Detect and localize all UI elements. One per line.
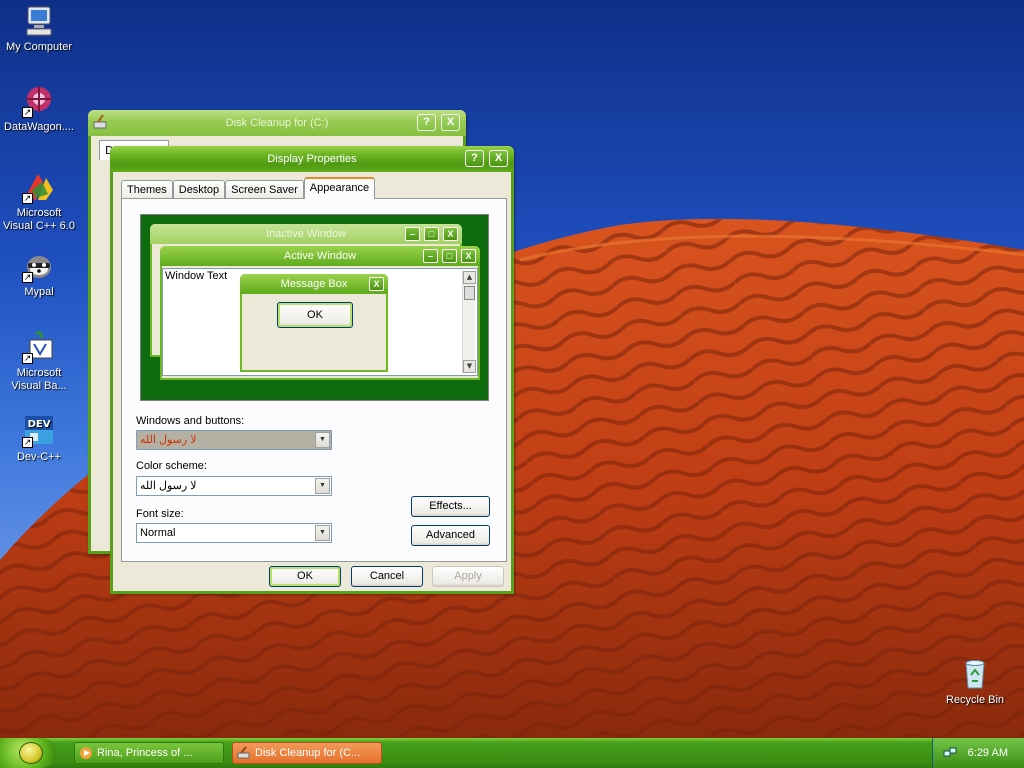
taskbar-button-label: Disk Cleanup for (C...	[255, 747, 361, 759]
clock[interactable]: 6:29 AM	[968, 738, 1008, 768]
shortcut-arrow-icon: ↗	[22, 193, 33, 204]
start-orb-icon	[19, 742, 43, 764]
help-button[interactable]: ?	[465, 150, 484, 167]
visual-cpp-icon: ↗	[22, 170, 56, 204]
desktop-icon-dev-cpp[interactable]: DEV ↗ Dev-C++	[1, 414, 77, 464]
tab-themes[interactable]: Themes	[121, 180, 173, 199]
desktop-icon-label: DataWagon....	[4, 121, 74, 133]
maximize-icon: □	[442, 249, 457, 263]
display-properties-titlebar[interactable]: Display Properties ? X	[110, 146, 514, 172]
chevron-down-icon[interactable]: ▼	[315, 478, 330, 494]
desktop-icon-label: Dev-C++	[16, 451, 62, 463]
close-button[interactable]: X	[441, 114, 460, 131]
help-button[interactable]: ?	[417, 114, 436, 131]
shortcut-arrow-icon: ↗	[22, 272, 33, 283]
tab-appearance[interactable]: Appearance	[303, 177, 376, 199]
color-scheme-select[interactable]: لا رسول الله ▼	[136, 476, 332, 496]
desktop-icon-label: Recycle Bin	[945, 694, 1005, 706]
cancel-button[interactable]: Cancel	[351, 566, 423, 587]
dev-icon-text: DEV	[28, 419, 51, 430]
tab-strip: Themes Desktop Screen Saver Appearance	[121, 177, 376, 199]
preview-active-title: Active Window	[283, 250, 357, 262]
desktop-icon-visual-basic[interactable]: ↗ Microsoft Visual Ba...	[1, 330, 77, 393]
shortcut-arrow-icon: ↗	[22, 353, 33, 364]
windows-buttons-label: Windows and buttons:	[136, 415, 245, 427]
taskbar-button-media[interactable]: Rina, Princess of ...	[74, 742, 224, 764]
close-button[interactable]: X	[489, 150, 508, 167]
scroll-thumb	[464, 286, 475, 300]
disk-cleanup-icon	[93, 114, 109, 130]
datawagon-icon: ↗	[22, 84, 56, 118]
shortcut-arrow-icon: ↗	[22, 107, 33, 118]
visual-basic-icon: ↗	[22, 330, 56, 364]
minimize-icon: –	[405, 227, 420, 241]
start-button[interactable]	[0, 738, 56, 768]
preview-message-titlebar: Message Box X	[240, 274, 388, 294]
preview-message-title: Message Box	[280, 278, 348, 290]
mypal-icon: ↗	[22, 249, 56, 283]
close-icon: X	[369, 277, 384, 291]
dev-cpp-icon: DEV ↗	[22, 414, 56, 448]
advanced-button[interactable]: Advanced	[411, 525, 490, 546]
chevron-down-icon[interactable]: ▼	[315, 432, 330, 448]
color-scheme-label: Color scheme:	[136, 460, 207, 472]
chevron-down-icon[interactable]: ▼	[315, 525, 330, 541]
media-player-icon	[79, 746, 93, 760]
maximize-icon: □	[424, 227, 439, 241]
disk-cleanup-icon	[237, 746, 251, 760]
desktop-icon-label: My Computer	[5, 41, 73, 53]
close-icon: X	[461, 249, 476, 263]
appearance-preview: Inactive Window – □ X Active Window – □ …	[140, 214, 489, 401]
tab-screen-saver[interactable]: Screen Saver	[225, 180, 304, 199]
taskbar-button-label: Rina, Princess of ...	[97, 747, 193, 759]
desktop-icon-visual-cpp[interactable]: ↗ Microsoft Visual C++ 6.0	[1, 170, 77, 233]
tab-desktop[interactable]: Desktop	[172, 180, 226, 199]
computer-icon	[22, 4, 56, 38]
windows-buttons-value: لا رسول الله	[140, 434, 197, 446]
shortcut-arrow-icon: ↗	[22, 437, 33, 448]
preview-inactive-titlebar: Inactive Window – □ X	[150, 224, 462, 244]
desktop-icon-my-computer[interactable]: My Computer	[1, 4, 77, 54]
system-tray: 6:29 AM	[932, 738, 1024, 768]
desktop-icon-label: Microsoft Visual Ba...	[11, 367, 67, 392]
scroll-up-icon: ▲	[463, 271, 476, 284]
color-scheme-value: لا رسول الله	[140, 480, 197, 492]
minimize-icon: –	[423, 249, 438, 263]
disk-cleanup-title: Disk Cleanup for (C:)	[225, 117, 329, 129]
appearance-panel: Inactive Window – □ X Active Window – □ …	[121, 198, 507, 562]
apply-button[interactable]: Apply	[432, 566, 504, 587]
desktop-icon-label: Mypal	[24, 286, 54, 298]
desktop-icon-datawagon[interactable]: ↗ DataWagon....	[1, 84, 77, 134]
preview-active-titlebar: Active Window – □ X	[160, 246, 480, 266]
windows-buttons-select[interactable]: لا رسول الله ▼	[136, 430, 332, 450]
desktop-icon-label: Microsoft Visual C++ 6.0	[3, 207, 75, 232]
preview-scrollbar: ▲ ▼	[462, 271, 476, 373]
font-size-select[interactable]: Normal ▼	[136, 523, 332, 543]
display-properties-title: Display Properties	[267, 153, 357, 165]
close-icon: X	[443, 227, 458, 241]
taskbar-button-disk-cleanup[interactable]: Disk Cleanup for (C...	[232, 742, 382, 764]
preview-inactive-title: Inactive Window	[265, 228, 347, 240]
font-size-label: Font size:	[136, 508, 184, 520]
ok-button[interactable]: OK	[269, 566, 341, 587]
disk-cleanup-titlebar[interactable]: Disk Cleanup for (C:) ? X	[88, 110, 466, 136]
desktop-icon-recycle-bin[interactable]: Recycle Bin	[937, 657, 1013, 707]
font-size-value: Normal	[140, 527, 176, 539]
desktop-icon-mypal[interactable]: ↗ Mypal	[1, 249, 77, 299]
scroll-down-icon: ▼	[463, 360, 476, 373]
recycle-bin-icon	[958, 657, 992, 691]
effects-button[interactable]: Effects...	[411, 496, 490, 517]
preview-ok-button: OK	[277, 302, 353, 328]
taskbar: Rina, Princess of ... Disk Cleanup for (…	[0, 738, 1024, 768]
preview-window-text: Window Text	[165, 270, 228, 282]
display-properties-window[interactable]: Display Properties ? X Themes Desktop Sc…	[110, 146, 514, 594]
network-icon[interactable]	[943, 746, 957, 760]
preview-message-box: Message Box X OK	[240, 274, 388, 372]
